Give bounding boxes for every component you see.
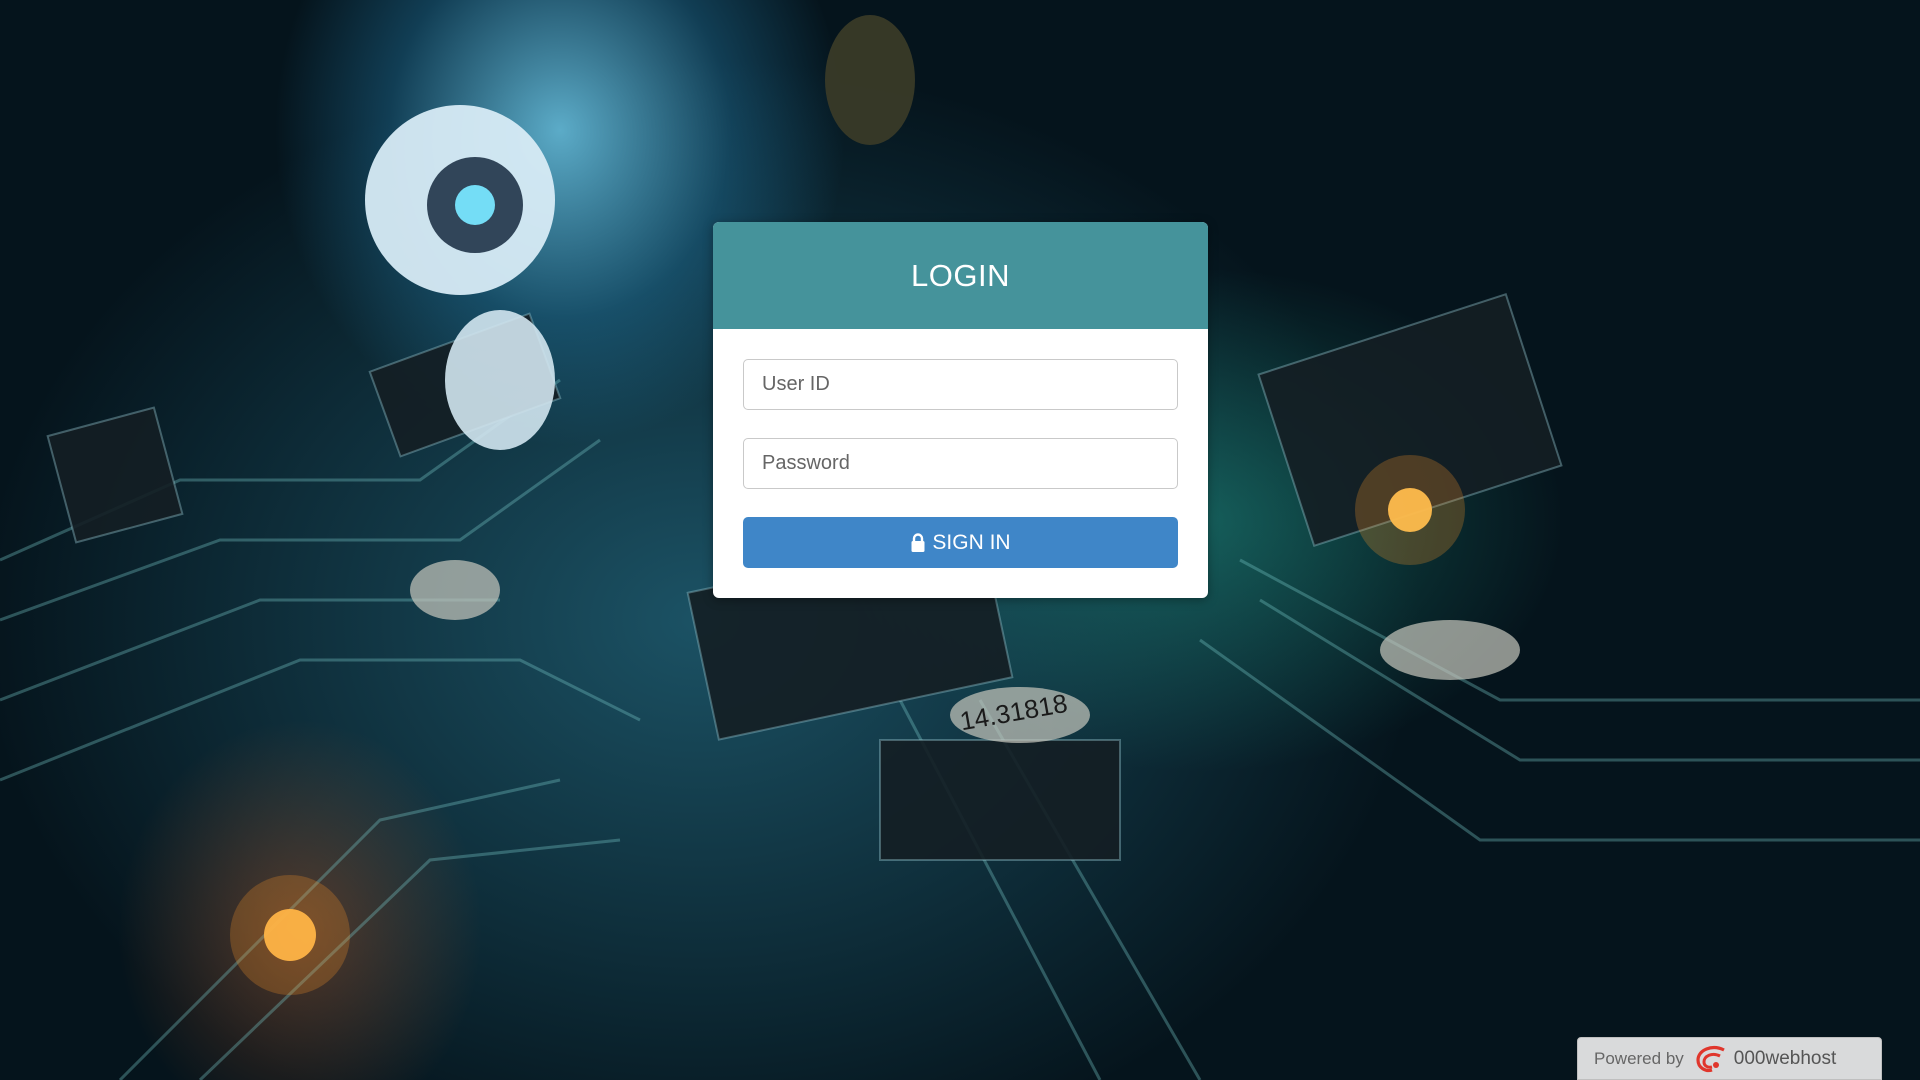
login-card: LOGIN SIGN IN [713,222,1208,598]
login-header: LOGIN [713,222,1208,329]
user-id-input[interactable] [743,359,1178,410]
login-title: LOGIN [911,257,1010,293]
powered-by-badge[interactable]: Powered by 000webhost [1577,1037,1882,1080]
field-spacer [743,410,1178,438]
powered-by-label: Powered by [1594,1048,1684,1068]
sign-in-label: SIGN IN [932,530,1011,554]
sign-in-button[interactable]: SIGN IN [743,517,1178,568]
login-form: SIGN IN [713,329,1208,568]
password-input[interactable] [743,438,1178,489]
000webhost-logo-icon [1694,1044,1728,1074]
brand-name: 000webhost [1733,1047,1837,1069]
lock-icon [910,532,926,553]
